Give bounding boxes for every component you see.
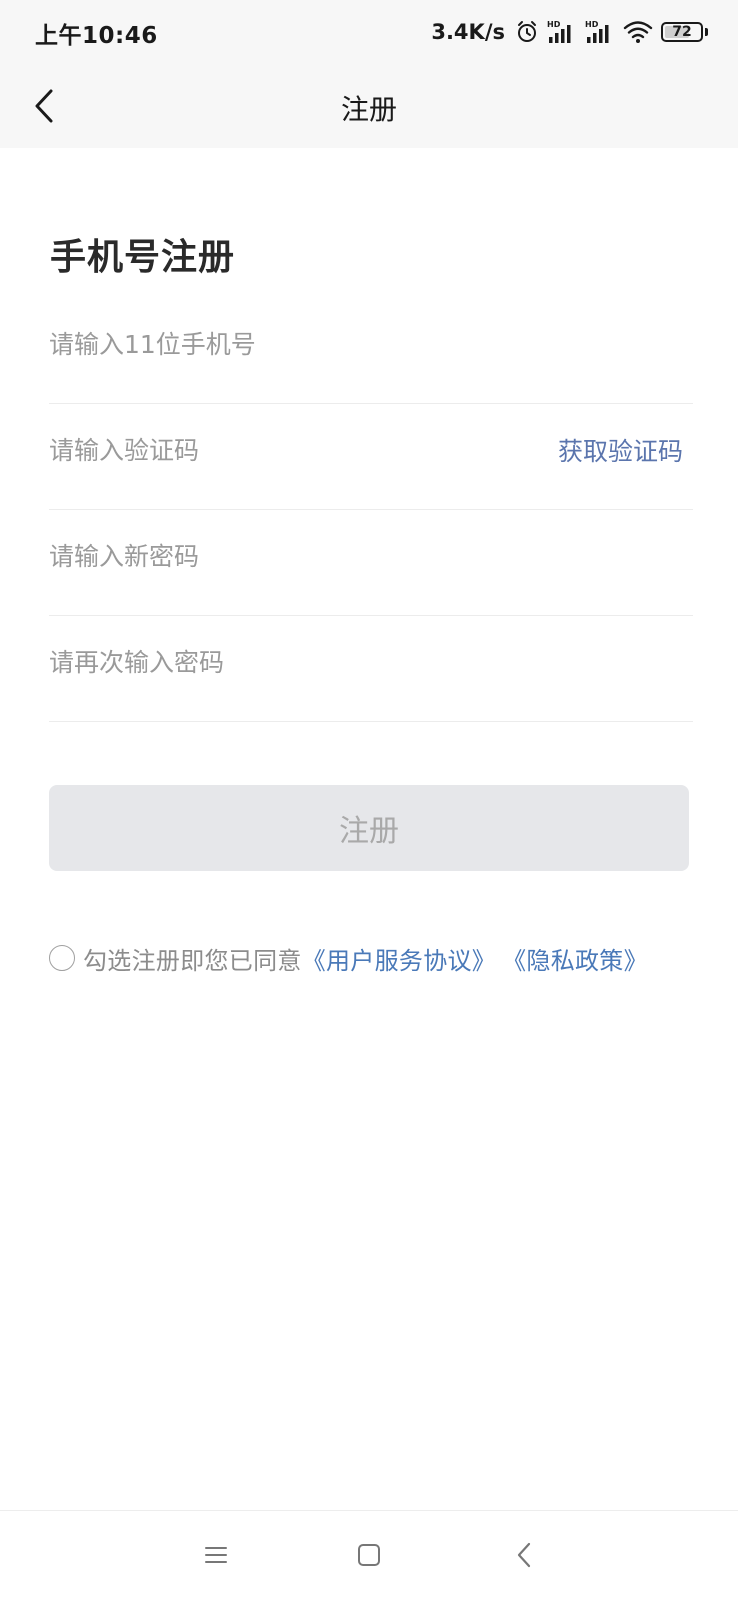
hd-badge-text-2: HD [585,20,599,29]
phone-input[interactable] [49,324,519,364]
password-row [49,510,693,616]
verification-code-input[interactable] [49,430,519,470]
wifi-icon [623,20,653,44]
phone-row [49,298,693,404]
agreement-row: 勾选注册即您已同意 《用户服务协议》 《隐私政策》 [49,940,648,976]
menu-icon [205,1547,227,1563]
register-button[interactable]: 注册 [49,785,689,871]
menu-button[interactable] [194,1533,238,1577]
user-agreement-link[interactable]: 《用户服务协议》 [302,941,496,976]
battery-icon: 72 [661,22,703,42]
hd-badge-text: HD [547,20,561,29]
new-password-input[interactable] [49,536,519,576]
battery-tip [705,28,708,36]
get-code-button[interactable]: 获取验证码 [558,432,683,468]
system-nav-bar [0,1510,738,1601]
battery-percent: 72 [672,24,692,40]
confirm-password-row [49,616,693,722]
home-button[interactable] [347,1533,391,1577]
form-heading: 手机号注册 [50,237,236,278]
status-time: 上午10:46 [35,23,158,49]
code-row: 获取验证码 [49,404,693,510]
agreement-text: 勾选注册即您已同意 [83,946,302,975]
network-speed: 3.4K/s [431,20,505,44]
home-icon [358,1544,380,1566]
back-icon [517,1542,531,1568]
hd-signal-icon: HD [547,19,577,45]
confirm-password-input[interactable] [49,642,519,682]
status-icons: 3.4K/s HD HD 72 [431,14,708,50]
nav-bar: 注册 [0,64,738,148]
agree-checkbox[interactable] [49,945,75,971]
alarm-icon [515,20,539,44]
page-title: 注册 [340,93,397,126]
system-back-button[interactable] [502,1533,546,1577]
hd-signal-icon-2: HD [585,19,615,45]
status-bar: 上午10:46 3.4K/s HD HD 72 [0,0,738,64]
privacy-policy-link[interactable]: 《隐私政策》 [502,941,648,976]
